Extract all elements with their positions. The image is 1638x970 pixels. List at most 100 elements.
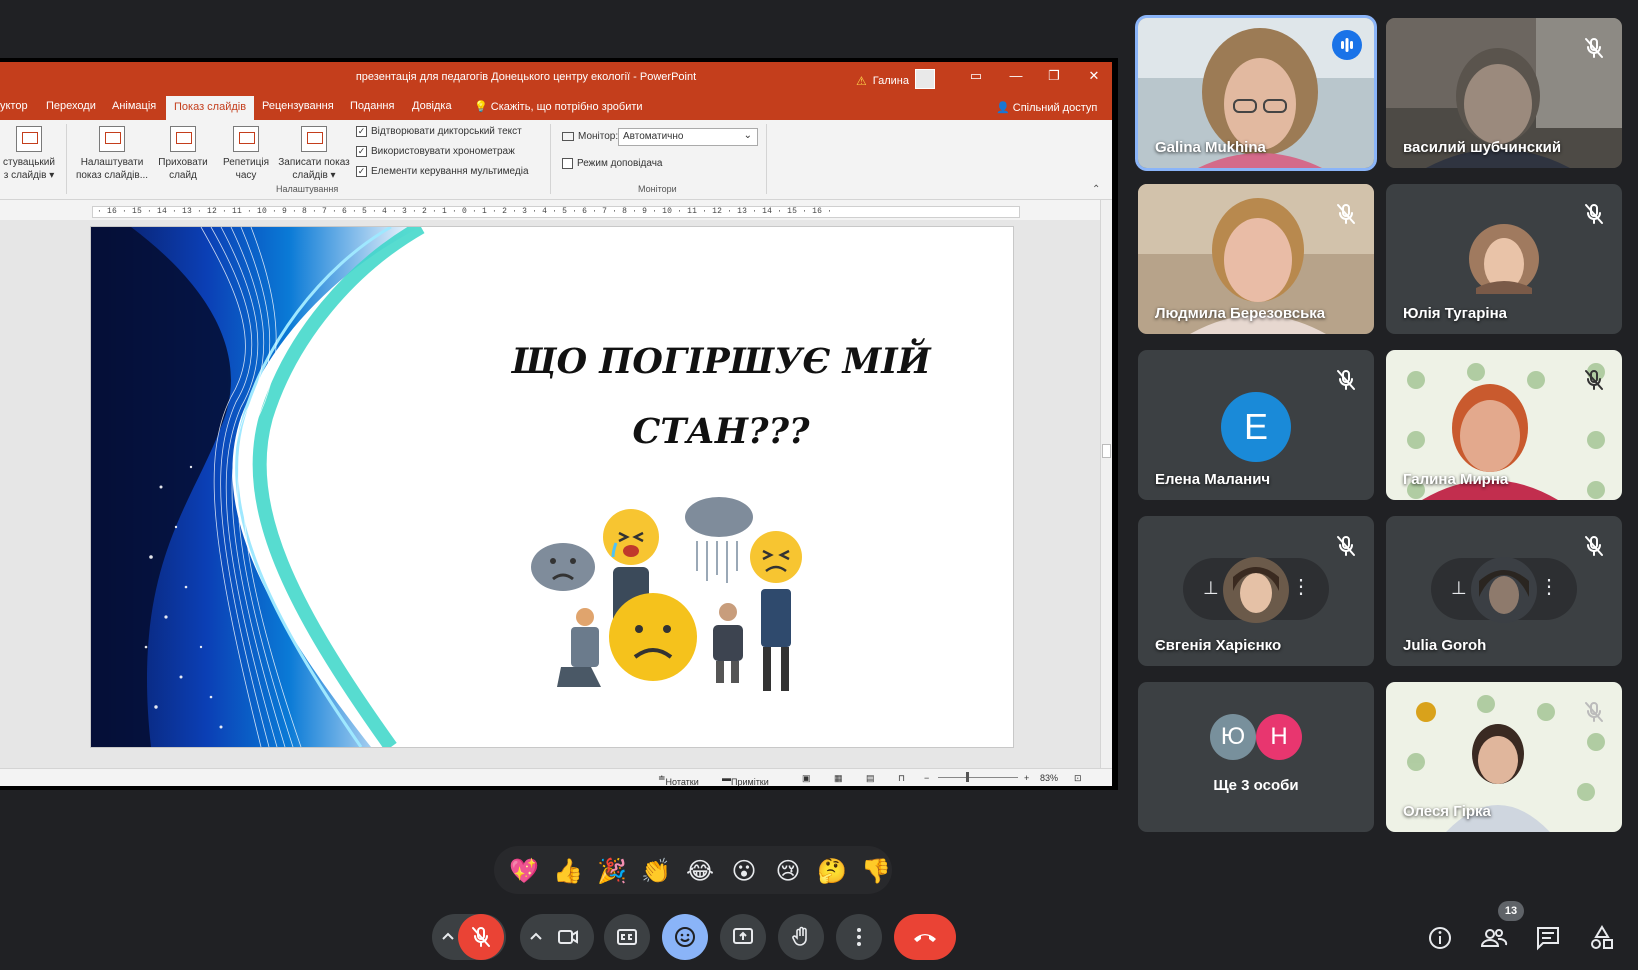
participant-tile[interactable]: Людмила Березовська <box>1138 184 1374 334</box>
chevron-up-icon[interactable] <box>440 929 456 945</box>
presented-screen: презентація для педагогів Донецького цен… <box>0 58 1118 790</box>
chat-icon[interactable] <box>1532 922 1564 954</box>
mic-off-icon <box>1585 38 1603 58</box>
participant-name: Galina Mukhina <box>1155 139 1266 156</box>
clap-reaction[interactable]: 👏 <box>640 855 672 887</box>
zoom-slider-thumb[interactable] <box>966 772 969 782</box>
monitor-icon <box>562 132 574 141</box>
checkbox-unchecked-icon <box>562 158 573 169</box>
slide-wave-decoration <box>91 227 425 747</box>
rehearse-label-2: часу <box>235 170 257 181</box>
zoom-slider[interactable] <box>938 777 1018 778</box>
participant-tile[interactable]: василий шубчинский <box>1386 18 1622 168</box>
scroll-thumb[interactable] <box>1102 444 1111 458</box>
heart-reaction[interactable]: 💖 <box>508 855 540 887</box>
tab-transitions[interactable]: Переходи <box>46 100 96 112</box>
notes-button[interactable]: ≐ Нотатки <box>658 773 699 786</box>
ppt-window-title: презентація для педагогів Донецького цен… <box>355 71 697 83</box>
meet-call-screen: презентація для педагогів Донецького цен… <box>0 0 1638 970</box>
thinking-reaction[interactable]: 🤔 <box>816 855 848 887</box>
more-vert-icon[interactable]: ⋮ <box>1539 577 1559 597</box>
participant-tile[interactable]: ⊥ ⋮ Євгенія Харієнко <box>1138 516 1374 666</box>
tab-view[interactable]: Подання <box>350 100 394 112</box>
participant-tile[interactable]: Galina Mukhina <box>1138 18 1374 168</box>
fit-slide-icon[interactable]: ⊡ <box>1074 773 1082 784</box>
thumbs-up-reaction[interactable]: 👍 <box>552 855 584 887</box>
media-controls-checkbox[interactable]: ✓ Елементи керування мультимедіа <box>356 166 529 177</box>
slide-sorter-icon[interactable]: ▦ <box>834 773 843 784</box>
tab-design[interactable]: уктор <box>0 100 28 112</box>
laugh-reaction[interactable]: 😂 <box>684 855 716 887</box>
activities-icon[interactable] <box>1586 922 1618 954</box>
warning-icon: ⚠ <box>856 74 867 88</box>
tile-hover-controls: ⊥ ⋮ <box>1431 557 1577 623</box>
ribbon-separator <box>766 124 767 194</box>
zoom-out-icon[interactable]: − <box>924 773 929 783</box>
presenter-view-checkbox[interactable]: Режим доповідача <box>562 158 662 169</box>
participant-tile[interactable]: Олеся Гірка <box>1386 682 1622 832</box>
pin-icon[interactable]: ⊥ <box>1203 578 1219 599</box>
chevron-up-icon[interactable] <box>528 929 544 945</box>
slideshow-view-icon[interactable]: ⊓ <box>898 773 905 784</box>
pin-icon[interactable]: ⊥ <box>1451 578 1467 599</box>
vertical-scrollbar[interactable] <box>1100 200 1112 768</box>
others-tile[interactable]: Ю Н Ще 3 особи <box>1138 682 1374 832</box>
mic-off-icon <box>1337 204 1355 224</box>
share-button[interactable]: 👤 Спільний доступ <box>996 101 1097 114</box>
tell-me-search[interactable]: 💡 Скажіть, що потрібно зробити <box>474 100 643 113</box>
sad-reaction[interactable]: 😢 <box>772 855 804 887</box>
angry-emoji-icon <box>750 531 802 583</box>
setup-slideshow-button[interactable]: Налаштувати показ слайдів... <box>72 126 152 182</box>
surprised-reaction[interactable]: 😮 <box>728 855 760 887</box>
tab-slideshow[interactable]: Показ слайдів <box>166 96 255 120</box>
emoji-button[interactable] <box>662 914 708 960</box>
custom-slideshow-button[interactable]: стувацький з слайдів ▾ <box>0 126 60 182</box>
leave-call-button[interactable] <box>894 914 956 960</box>
minimize-icon[interactable]: — <box>996 68 1036 88</box>
zoom-level[interactable]: 83% <box>1040 773 1058 783</box>
participant-tile[interactable]: Юлія Тугаріна <box>1386 184 1622 334</box>
monitor-select[interactable]: Автоматично ⌄ <box>618 128 758 146</box>
participant-tile[interactable]: Галина Мирна <box>1386 350 1622 500</box>
hide-slide-label-1: Приховати <box>158 157 208 168</box>
tab-animations[interactable]: Анімація <box>112 100 156 112</box>
reading-view-icon[interactable]: ▤ <box>866 773 875 784</box>
meeting-info-icon[interactable] <box>1424 922 1456 954</box>
person-icon: 👤 <box>996 102 1013 114</box>
record-icon <box>301 126 327 152</box>
narrations-checkbox[interactable]: ✓ Відтворювати дикторський текст <box>356 126 522 137</box>
comments-button[interactable]: ▬ Примітки <box>722 773 769 786</box>
checkbox-checked-icon: ✓ <box>356 126 367 137</box>
thumbs-down-reaction[interactable]: 👎 <box>860 855 892 887</box>
more-vert-icon[interactable]: ⋮ <box>1291 577 1311 597</box>
hide-slide-button[interactable]: Приховати слайд <box>154 126 212 182</box>
collapse-ribbon-icon[interactable]: ⌃ <box>1092 184 1100 195</box>
raise-hand-button[interactable] <box>778 914 824 960</box>
close-icon[interactable]: ✕ <box>1074 68 1112 88</box>
media-controls-label: Елементи керування мультимедіа <box>371 166 529 177</box>
mic-toggle-button[interactable] <box>458 914 504 960</box>
monitor-label: Монітор: <box>578 131 619 142</box>
more-options-button[interactable] <box>836 914 882 960</box>
captions-button[interactable] <box>604 914 650 960</box>
ppt-user[interactable]: ⚠ Галина <box>856 69 935 91</box>
party-reaction[interactable]: 🎉 <box>596 855 628 887</box>
ppt-ribbon-tabs: уктор Переходи Анімація Показ слайдів Ре… <box>0 94 1112 120</box>
share-label: Спільний доступ <box>1012 102 1098 114</box>
ribbon-display-icon[interactable]: ▭ <box>956 68 996 88</box>
people-icon[interactable] <box>1478 922 1510 954</box>
zoom-in-icon[interactable]: + <box>1024 773 1029 783</box>
camera-icon[interactable] <box>556 925 580 949</box>
tab-review[interactable]: Рецензування <box>262 100 334 112</box>
restore-icon[interactable]: ❐ <box>1034 68 1074 88</box>
normal-view-icon[interactable]: ▣ <box>802 773 811 784</box>
timings-checkbox[interactable]: ✓ Використовувати хронометраж <box>356 146 515 157</box>
record-slideshow-button[interactable]: Записати показ слайдів ▾ <box>274 126 354 182</box>
rehearse-timings-button[interactable]: Репетиція часу <box>218 126 274 182</box>
participant-tile[interactable]: Е Елена Маланич <box>1138 350 1374 500</box>
participant-tile[interactable]: ⊥ ⋮ Julia Goroh <box>1386 516 1622 666</box>
participant-name: Julia Goroh <box>1403 637 1487 654</box>
tab-help[interactable]: Довідка <box>412 100 452 112</box>
present-screen-button[interactable] <box>720 914 766 960</box>
record-label-1: Записати показ <box>278 157 350 168</box>
